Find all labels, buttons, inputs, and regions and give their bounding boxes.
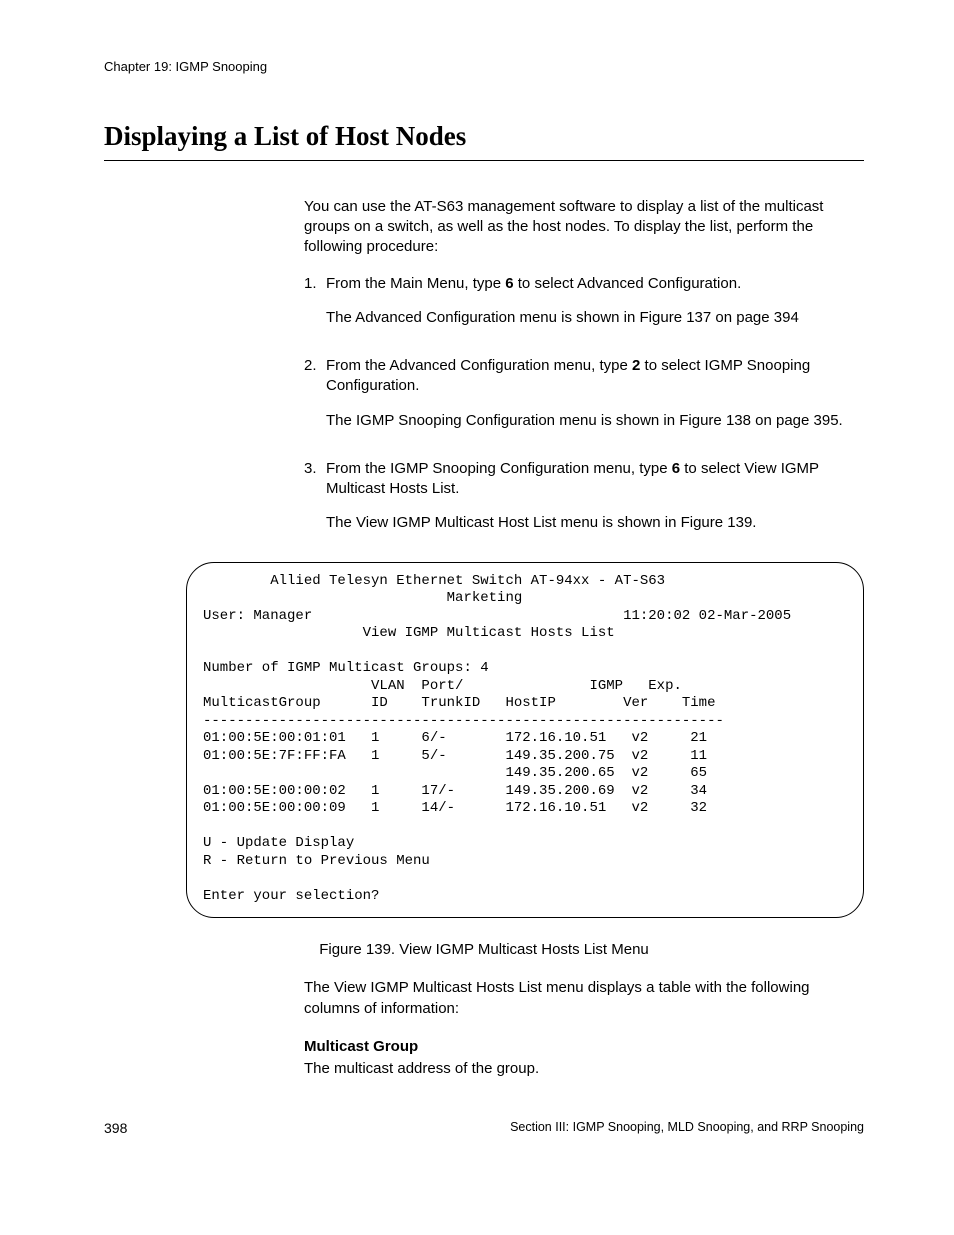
terminal-frame: Allied Telesyn Ethernet Switch AT-94xx -… bbox=[186, 562, 864, 919]
term-subtitle: Marketing bbox=[203, 590, 522, 606]
term-prompt: Enter your selection? bbox=[203, 888, 379, 904]
term-sep: ----------------------------------------… bbox=[203, 713, 724, 729]
step-number: 3. bbox=[304, 459, 326, 548]
term-row: 01:00:5E:00:01:01 1 6/- 172.16.10.51 v2 … bbox=[203, 730, 707, 746]
step-number: 2. bbox=[304, 356, 326, 445]
step-3: 3. From the IGMP Snooping Configuration … bbox=[304, 459, 864, 548]
term-row: 01:00:5E:7F:FF:FA 1 5/- 149.35.200.75 v2… bbox=[203, 748, 707, 764]
after-figure-body: The View IGMP Multicast Hosts List menu … bbox=[304, 978, 864, 1079]
after-figure-paragraph: The View IGMP Multicast Hosts List menu … bbox=[304, 978, 864, 1019]
footer-section: Section III: IGMP Snooping, MLD Snooping… bbox=[510, 1119, 864, 1138]
term-hdr1: VLAN Port/ IGMP Exp. bbox=[203, 678, 682, 694]
step-1: 1. From the Main Menu, type 6 to select … bbox=[304, 274, 864, 343]
step-text: From the IGMP Snooping Configuration men… bbox=[326, 459, 864, 500]
step-text: From the Main Menu, type 6 to select Adv… bbox=[326, 274, 864, 294]
term-count: Number of IGMP Multicast Groups: 4 bbox=[203, 660, 489, 676]
term-hdr2: MulticastGroup ID TrunkID HostIP Ver Tim… bbox=[203, 695, 715, 711]
page-number: 398 bbox=[104, 1119, 127, 1138]
step-bold: 6 bbox=[672, 460, 680, 477]
definition-term: Multicast Group bbox=[304, 1037, 864, 1057]
step-number: 1. bbox=[304, 274, 326, 343]
step-text: From the Advanced Configuration menu, ty… bbox=[326, 356, 864, 397]
step-after: The Advanced Configuration menu is shown… bbox=[326, 308, 864, 328]
step-bold: 6 bbox=[505, 275, 513, 292]
content-body: You can use the AT-S63 management softwa… bbox=[304, 197, 864, 548]
intro-paragraph: You can use the AT-S63 management softwa… bbox=[304, 197, 864, 258]
term-title: Allied Telesyn Ethernet Switch AT-94xx -… bbox=[203, 573, 665, 589]
terminal-screen: Allied Telesyn Ethernet Switch AT-94xx -… bbox=[186, 562, 864, 919]
term-row: 149.35.200.65 v2 65 bbox=[203, 765, 707, 781]
step-after: The IGMP Snooping Configuration menu is … bbox=[326, 411, 864, 431]
term-user-line: User: Manager 11:20:02 02-Mar-2005 bbox=[203, 608, 791, 624]
definition-desc: The multicast address of the group. bbox=[304, 1059, 864, 1079]
term-option-u: U - Update Display bbox=[203, 835, 354, 851]
term-row: 01:00:5E:00:00:02 1 17/- 149.35.200.69 v… bbox=[203, 783, 707, 799]
figure-caption: Figure 139. View IGMP Multicast Hosts Li… bbox=[104, 940, 864, 960]
step-2: 2. From the Advanced Configuration menu,… bbox=[304, 356, 864, 445]
chapter-header: Chapter 19: IGMP Snooping bbox=[104, 58, 864, 76]
step-pre: From the IGMP Snooping Configuration men… bbox=[326, 460, 672, 477]
page-footer: 398 Section III: IGMP Snooping, MLD Snoo… bbox=[104, 1119, 864, 1138]
term-row: 01:00:5E:00:00:09 1 14/- 172.16.10.51 v2… bbox=[203, 800, 707, 816]
step-pre: From the Advanced Configuration menu, ty… bbox=[326, 357, 632, 374]
step-after: The View IGMP Multicast Host List menu i… bbox=[326, 513, 864, 533]
section-title: Displaying a List of Host Nodes bbox=[104, 118, 864, 161]
step-pre: From the Main Menu, type bbox=[326, 275, 505, 292]
term-menu-title: View IGMP Multicast Hosts List bbox=[203, 625, 615, 641]
term-option-r: R - Return to Previous Menu bbox=[203, 853, 430, 869]
step-post: to select Advanced Configuration. bbox=[514, 275, 742, 292]
